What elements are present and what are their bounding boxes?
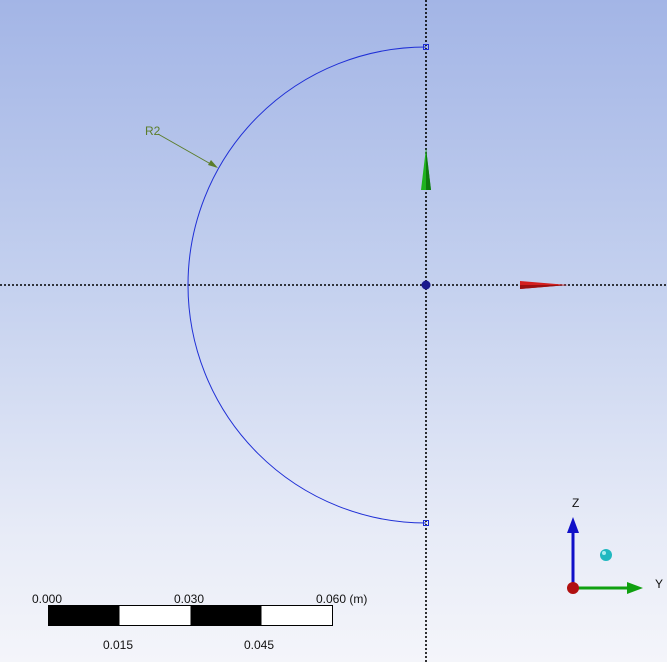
sketch-canvas[interactable] (0, 0, 667, 662)
scale-label-3: 0.015 (103, 638, 134, 652)
radius-dimension-label[interactable]: R2 (145, 124, 160, 138)
graphics-viewport[interactable]: R2 0.000 0.030 0.060 (m) 0.015 0.045 Z Y (0, 0, 667, 662)
scale-label-2: 0.060 (m) (316, 592, 368, 606)
dimension-leader[interactable] (157, 133, 218, 168)
right-direction-arrow-icon (520, 281, 568, 289)
orientation-triad-icon[interactable] (567, 517, 643, 594)
scale-label-1: 0.030 (174, 592, 205, 606)
scale-label-4: 0.045 (244, 638, 275, 652)
triad-z-label: Z (572, 496, 580, 510)
up-direction-arrow-icon (421, 148, 431, 190)
scale-label-0: 0.000 (32, 592, 63, 606)
scale-bar (48, 605, 333, 626)
triad-y-label: Y (655, 577, 664, 591)
origin-point[interactable] (421, 280, 431, 290)
sketch-arc[interactable] (187, 46, 427, 524)
